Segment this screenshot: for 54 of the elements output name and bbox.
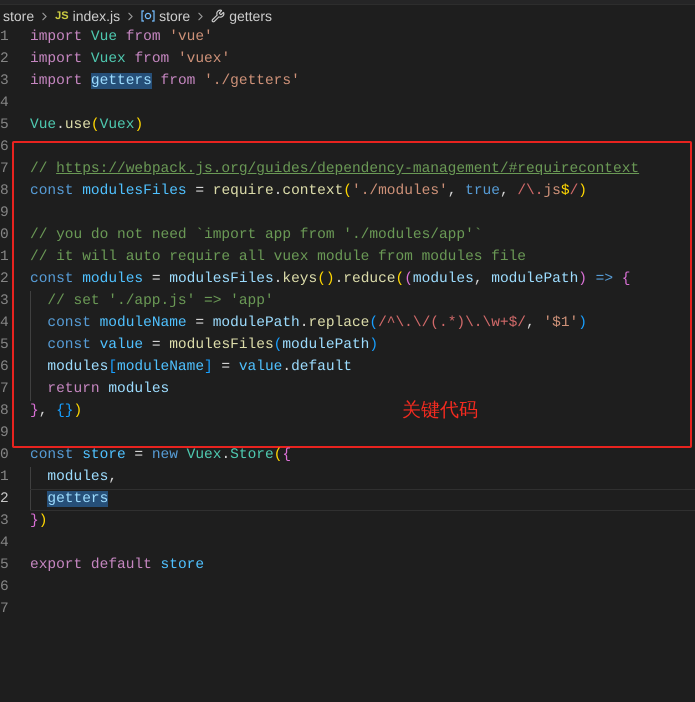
code-line: import getters from './getters' — [30, 72, 300, 92]
breadcrumb-item[interactable]: store — [3, 6, 34, 26]
line-number: 0 — [0, 226, 10, 246]
line-number: 3 — [0, 72, 10, 92]
line-number: 7 — [0, 600, 10, 620]
line-number: 5 — [0, 556, 10, 576]
annotation-label: 关键代码 — [402, 398, 478, 422]
line-number: 3 — [0, 292, 10, 312]
code-line: import Vue from 'vue' — [30, 28, 213, 48]
code-line: import Vuex from 'vuex' — [30, 50, 230, 70]
code-line: return modules — [47, 380, 170, 400]
line-number: 7 — [0, 380, 10, 400]
code-line: const moduleName = modulePath.replace(/^\.\/(.*)\.\w+$/, '$1') — [47, 314, 587, 334]
line-number: 7 — [0, 160, 10, 180]
code-line: const value = modulesFiles(modulePath) — [47, 336, 378, 356]
line-number: 6 — [0, 578, 10, 598]
line-number: 2 — [0, 270, 10, 290]
code-line: // you do not need `import app from './modules/app'` — [30, 226, 482, 246]
line-number: 6 — [0, 138, 10, 158]
wrench-icon — [211, 9, 226, 23]
line-number: 1 — [0, 28, 10, 48]
code-line: // https://webpack.js.org/guides/dependency-management/#requirecontext — [30, 160, 640, 180]
line-number: 4 — [0, 314, 10, 334]
line-number: 5 — [0, 116, 10, 136]
js-file-icon: JS — [55, 8, 69, 24]
code-line: modules, — [47, 468, 118, 488]
cube-symbol-icon — [141, 9, 156, 23]
breadcrumb-item[interactable]: store — [159, 6, 190, 26]
code-line: const store = new Vuex.Store({ — [30, 446, 292, 466]
code-line: const modules = modulesFiles.keys().reduce((modules, modulePath) => { — [30, 270, 630, 290]
line-number: 8 — [0, 182, 10, 202]
line-number: 4 — [0, 94, 10, 114]
line-number: 3 — [0, 512, 10, 532]
line-number: 4 — [0, 534, 10, 554]
line-number: 5 — [0, 336, 10, 356]
breadcrumb-item[interactable]: index.js — [72, 6, 120, 26]
line-number: 0 — [0, 446, 10, 466]
line-number: 2 — [0, 490, 10, 510]
code-line: }, {}) — [30, 402, 82, 422]
line-number: 8 — [0, 402, 10, 422]
code-line: Vue.use(Vuex) — [30, 116, 144, 136]
code-line: // set './app.js' => 'app' — [47, 292, 274, 312]
line-number: 6 — [0, 358, 10, 378]
code-line: export default store — [30, 556, 204, 576]
line-number: 1 — [0, 248, 10, 268]
breadcrumb-item[interactable]: getters — [229, 6, 272, 26]
line-number: 2 — [0, 50, 10, 70]
code-line: const modulesFiles = require.context('./modules', true, /\.js$/) — [30, 182, 587, 202]
code-line: // it will auto require all vuex module from modules file — [30, 248, 526, 268]
line-number: 9 — [0, 204, 10, 224]
code-line: }) — [30, 512, 48, 532]
code-line: modules[moduleName] = value.default — [47, 358, 352, 378]
line-number: 1 — [0, 468, 10, 488]
line-number: 9 — [0, 424, 10, 444]
